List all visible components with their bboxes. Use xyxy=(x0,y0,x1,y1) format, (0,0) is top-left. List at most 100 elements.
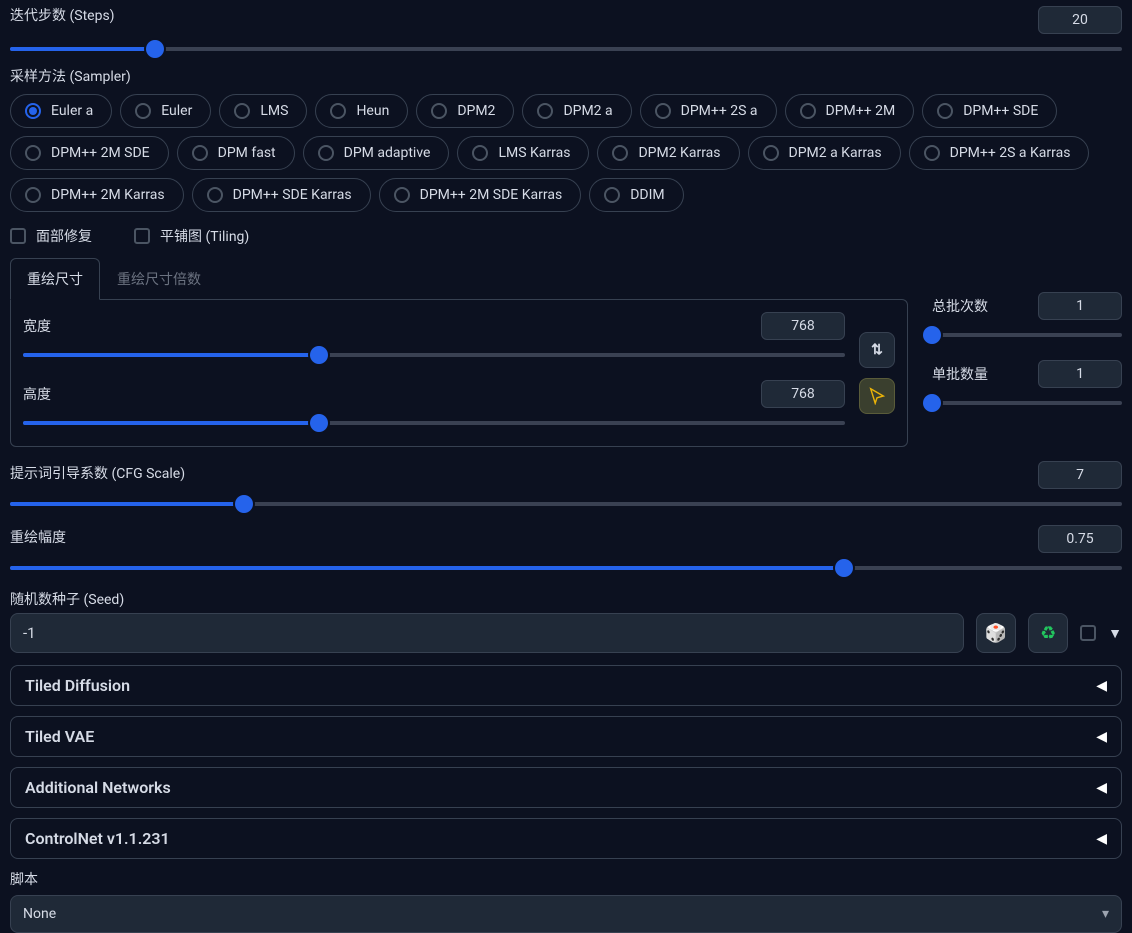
triangle-tool-button[interactable] xyxy=(859,378,895,414)
random-seed-button[interactable]: 🎲 xyxy=(976,613,1016,653)
cursor-icon xyxy=(868,387,886,405)
tiling-checkbox[interactable]: 平铺图 (Tiling) xyxy=(134,226,249,246)
radio-icon xyxy=(207,187,223,203)
sampler-option-label: DPM adaptive xyxy=(344,145,431,161)
height-value-box[interactable]: 768 xyxy=(761,380,845,408)
sampler-option[interactable]: DPM++ SDE Karras xyxy=(192,178,371,212)
seed-input[interactable] xyxy=(10,613,964,653)
radio-icon xyxy=(135,103,151,119)
sampler-option[interactable]: DPM++ 2S a Karras xyxy=(909,136,1090,170)
radio-icon xyxy=(25,145,41,161)
size-column: 重绘尺寸 重绘尺寸倍数 宽度 768 xyxy=(10,252,908,447)
radio-icon xyxy=(800,103,816,119)
accordion-title: Tiled VAE xyxy=(25,727,94,746)
sampler-option[interactable]: DPM++ 2M SDE Karras xyxy=(379,178,582,212)
radio-icon xyxy=(612,145,628,161)
expand-icon: ◀ xyxy=(1096,729,1107,745)
batch-size-value-box[interactable]: 1 xyxy=(1038,360,1122,388)
expand-icon: ◀ xyxy=(1096,780,1107,796)
sampler-option[interactable]: DPM++ 2M Karras xyxy=(10,178,184,212)
accordion-header[interactable]: ControlNet v1.1.231 ◀ xyxy=(10,818,1122,859)
sampler-option[interactable]: DPM++ SDE xyxy=(922,94,1057,128)
accordion-header[interactable]: Additional Networks◀ xyxy=(10,767,1122,808)
accordion-title: Tiled Diffusion xyxy=(25,676,130,695)
height-slider[interactable] xyxy=(23,412,845,434)
size-side-buttons: ⇅ xyxy=(859,312,895,434)
sampler-option[interactable]: DPM2 Karras xyxy=(597,136,739,170)
size-panel: 宽度 768 高度 768 xyxy=(10,299,908,447)
size-tabs: 重绘尺寸 重绘尺寸倍数 xyxy=(10,258,908,300)
sampler-option-label: DPM2 a xyxy=(563,103,612,119)
sampler-option[interactable]: Euler a xyxy=(10,94,112,128)
sampler-option[interactable]: Euler xyxy=(120,94,211,128)
cfg-value-box[interactable]: 7 xyxy=(1038,461,1122,489)
steps-value-box[interactable]: 20 xyxy=(1038,6,1122,34)
sampler-option[interactable]: DPM adaptive xyxy=(303,136,450,170)
sampler-option-label: DPM++ 2M SDE xyxy=(51,145,150,161)
steps-thumb[interactable] xyxy=(146,40,164,58)
seed-section: 随机数种子 (Seed) 🎲 ♻ ▼ xyxy=(10,589,1122,653)
batch-size-label: 单批数量 xyxy=(932,364,988,384)
denoise-label: 重绘幅度 xyxy=(10,527,66,547)
tab-resize[interactable]: 重绘尺寸 xyxy=(10,258,100,300)
sampler-option-label: DPM2 Karras xyxy=(638,145,720,161)
radio-icon xyxy=(330,103,346,119)
accordion-header[interactable]: Tiled VAE ◀ xyxy=(10,716,1122,757)
radio-icon xyxy=(234,103,250,119)
script-section: 脚本 None ▾ xyxy=(10,869,1122,933)
sampler-option-label: DPM fast xyxy=(218,145,276,161)
batch-count-label: 总批次数 xyxy=(932,296,988,316)
batch-count-value-box[interactable]: 1 xyxy=(1038,292,1122,320)
script-label: 脚本 xyxy=(10,869,1122,889)
sampler-option[interactable]: DPM2 a xyxy=(522,94,631,128)
checkbox-icon xyxy=(134,228,150,244)
seed-dropdown-caret[interactable]: ▼ xyxy=(1108,625,1122,642)
reuse-seed-button[interactable]: ♻ xyxy=(1028,613,1068,653)
sampler-option[interactable]: DPM2 a Karras xyxy=(748,136,901,170)
sampler-option[interactable]: DPM++ 2M xyxy=(785,94,915,128)
sampler-option[interactable]: DPM2 xyxy=(416,94,514,128)
seed-label: 随机数种子 (Seed) xyxy=(10,589,1122,609)
swap-dimensions-button[interactable]: ⇅ xyxy=(859,332,895,368)
tab-resize-multiplier[interactable]: 重绘尺寸倍数 xyxy=(100,258,218,300)
sampler-option[interactable]: DPM++ 2M SDE xyxy=(10,136,169,170)
face-restore-checkbox[interactable]: 面部修复 xyxy=(10,226,92,246)
batch-count-slider[interactable] xyxy=(932,324,1122,346)
sampler-option-label: DPM++ 2M xyxy=(826,103,896,119)
sampler-option[interactable]: LMS Karras xyxy=(457,136,589,170)
seed-extra-checkbox[interactable] xyxy=(1080,625,1096,641)
sampler-option[interactable]: DDIM xyxy=(589,178,683,212)
radio-icon xyxy=(937,103,953,119)
swap-icon: ⇅ xyxy=(871,342,883,358)
radio-icon xyxy=(604,187,620,203)
denoise-value-box[interactable]: 0.75 xyxy=(1038,525,1122,553)
width-value-box[interactable]: 768 xyxy=(761,312,845,340)
expand-icon: ◀ xyxy=(1096,831,1107,847)
batch-size-slider[interactable] xyxy=(932,392,1122,414)
sampler-option-label: DPM++ 2S a Karras xyxy=(950,145,1071,161)
accordion-header[interactable]: Tiled Diffusion◀ xyxy=(10,665,1122,706)
denoise-slider[interactable] xyxy=(10,557,1122,579)
accordion-title: ControlNet v1.1.231 xyxy=(25,829,170,848)
radio-icon xyxy=(318,145,334,161)
steps-slider[interactable] xyxy=(10,38,1122,60)
sampler-option-label: LMS xyxy=(260,103,288,119)
sampler-option-label: DDIM xyxy=(630,187,664,203)
sampler-option-label: Heun xyxy=(356,103,389,119)
sampler-option-label: DPM++ SDE Karras xyxy=(233,187,352,203)
chevron-down-icon: ▾ xyxy=(1102,906,1109,922)
size-and-batch-row: 重绘尺寸 重绘尺寸倍数 宽度 768 xyxy=(10,252,1122,447)
width-slider[interactable] xyxy=(23,344,845,366)
script-select[interactable]: None ▾ xyxy=(10,895,1122,933)
cfg-slider[interactable] xyxy=(10,493,1122,515)
sampler-option[interactable]: DPM++ 2S a xyxy=(640,94,777,128)
steps-section: 迭代步数 (Steps) 20 xyxy=(10,6,1122,60)
script-value: None xyxy=(23,906,56,922)
sampler-option[interactable]: LMS xyxy=(219,94,307,128)
radio-icon xyxy=(924,145,940,161)
sampler-option[interactable]: DPM fast xyxy=(177,136,295,170)
steps-fill xyxy=(10,47,155,51)
sampler-option-label: Euler xyxy=(161,103,192,119)
sampler-option-label: DPM++ 2S a xyxy=(681,103,758,119)
sampler-option[interactable]: Heun xyxy=(315,94,408,128)
